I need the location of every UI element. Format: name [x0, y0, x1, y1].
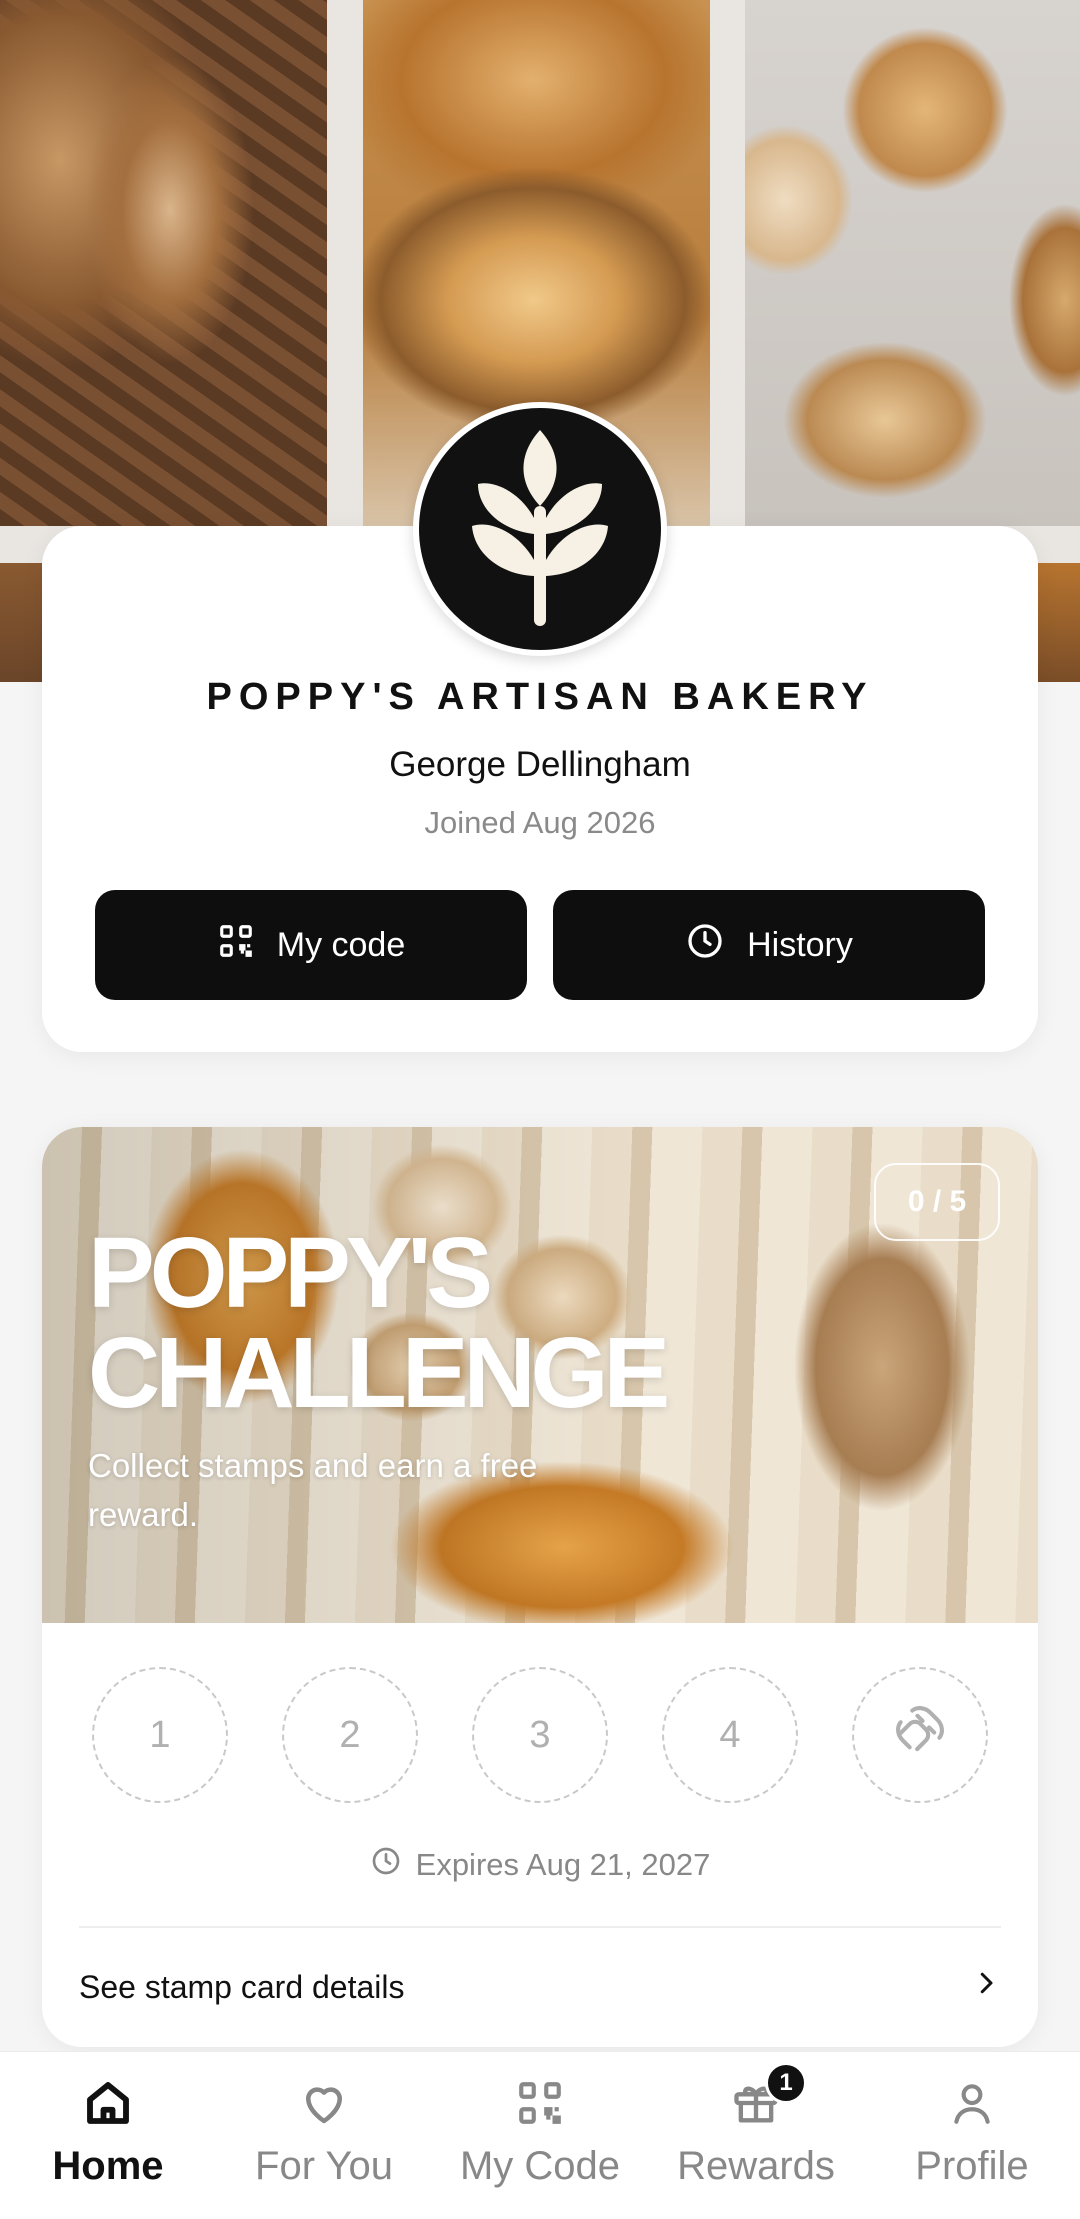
gift-icon: 1 [729, 2062, 807, 2130]
nav-home-label: Home [52, 2144, 164, 2188]
stamp-slot-1: 1 [92, 1667, 228, 1803]
nav-home[interactable]: Home [0, 2052, 216, 2219]
stamp-slot-2: 2 [282, 1667, 418, 1803]
stamp-slot-4: 4 [662, 1667, 798, 1803]
nav-my-code-label: My Code [459, 2144, 621, 2188]
nav-profile[interactable]: Profile [864, 2052, 1080, 2219]
bread-photo-edge-right [1038, 563, 1080, 682]
clock-icon [370, 1845, 402, 1885]
rewards-badge: 1 [765, 2062, 807, 2104]
joined-date: Joined Aug 2026 [424, 805, 656, 840]
history-button[interactable]: History [553, 890, 985, 1000]
nav-my-code[interactable]: My Code [432, 2052, 648, 2219]
bakery-logo [413, 402, 667, 656]
challenge-subtitle: Collect stamps and earn a free reward. [88, 1447, 538, 1533]
stamp-counter-badge: 0 / 5 [874, 1163, 1000, 1241]
history-label: History [747, 925, 853, 964]
heart-icon [297, 2076, 351, 2130]
my-code-label: My code [276, 925, 406, 964]
bread-photo-left [0, 0, 327, 526]
nav-profile-label: Profile [915, 2144, 1029, 2188]
bakery-name: POPPY'S ARTISAN BAKERY [206, 676, 874, 718]
person-icon [945, 2076, 999, 2130]
challenge-title-line-1: POPPY'S [88, 1217, 493, 1329]
stamp-card-details-link[interactable]: See stamp card details [79, 1947, 1001, 2027]
qr-code-icon [513, 2076, 567, 2130]
expiry-row: Expires Aug 21, 2027 [42, 1845, 1038, 1885]
croissant-icon [889, 1699, 951, 1771]
challenge-title: POPPY'S CHALLENGE [88, 1223, 788, 1423]
clock-icon [685, 921, 725, 970]
chevron-right-icon [971, 1968, 1001, 2006]
stamp-slot-3: 3 [472, 1667, 608, 1803]
bread-photo-edge-left [0, 563, 42, 682]
wheat-icon [460, 422, 620, 637]
divider [79, 1926, 1001, 1928]
details-label: See stamp card details [79, 1968, 405, 2005]
nav-rewards-label: Rewards [677, 2144, 835, 2188]
nav-for-you[interactable]: For You [216, 2052, 432, 2219]
nav-rewards[interactable]: 1 Rewards [648, 2052, 864, 2219]
qr-code-icon [217, 922, 255, 969]
my-code-button[interactable]: My code [95, 890, 527, 1000]
bottom-navigation: Home For You My Code 1 Rewards Profile [0, 2051, 1080, 2219]
bread-photo-right [745, 0, 1080, 526]
stamp-row: 1 2 3 4 [42, 1667, 1038, 1807]
stamp-challenge-card[interactable]: 0 / 5 POPPY'S CHALLENGE Collect stamps a… [42, 1127, 1038, 2047]
challenge-title-line-2: CHALLENGE [88, 1317, 670, 1429]
member-name: George Dellingham [389, 745, 691, 784]
nav-for-you-label: For You [255, 2144, 393, 2188]
app-screen: POPPY'S ARTISAN BAKERY George Dellingham… [0, 0, 1080, 2219]
stamp-slot-reward [852, 1667, 988, 1803]
home-icon [81, 2076, 135, 2130]
expiry-text: Expires Aug 21, 2027 [415, 1847, 711, 1882]
